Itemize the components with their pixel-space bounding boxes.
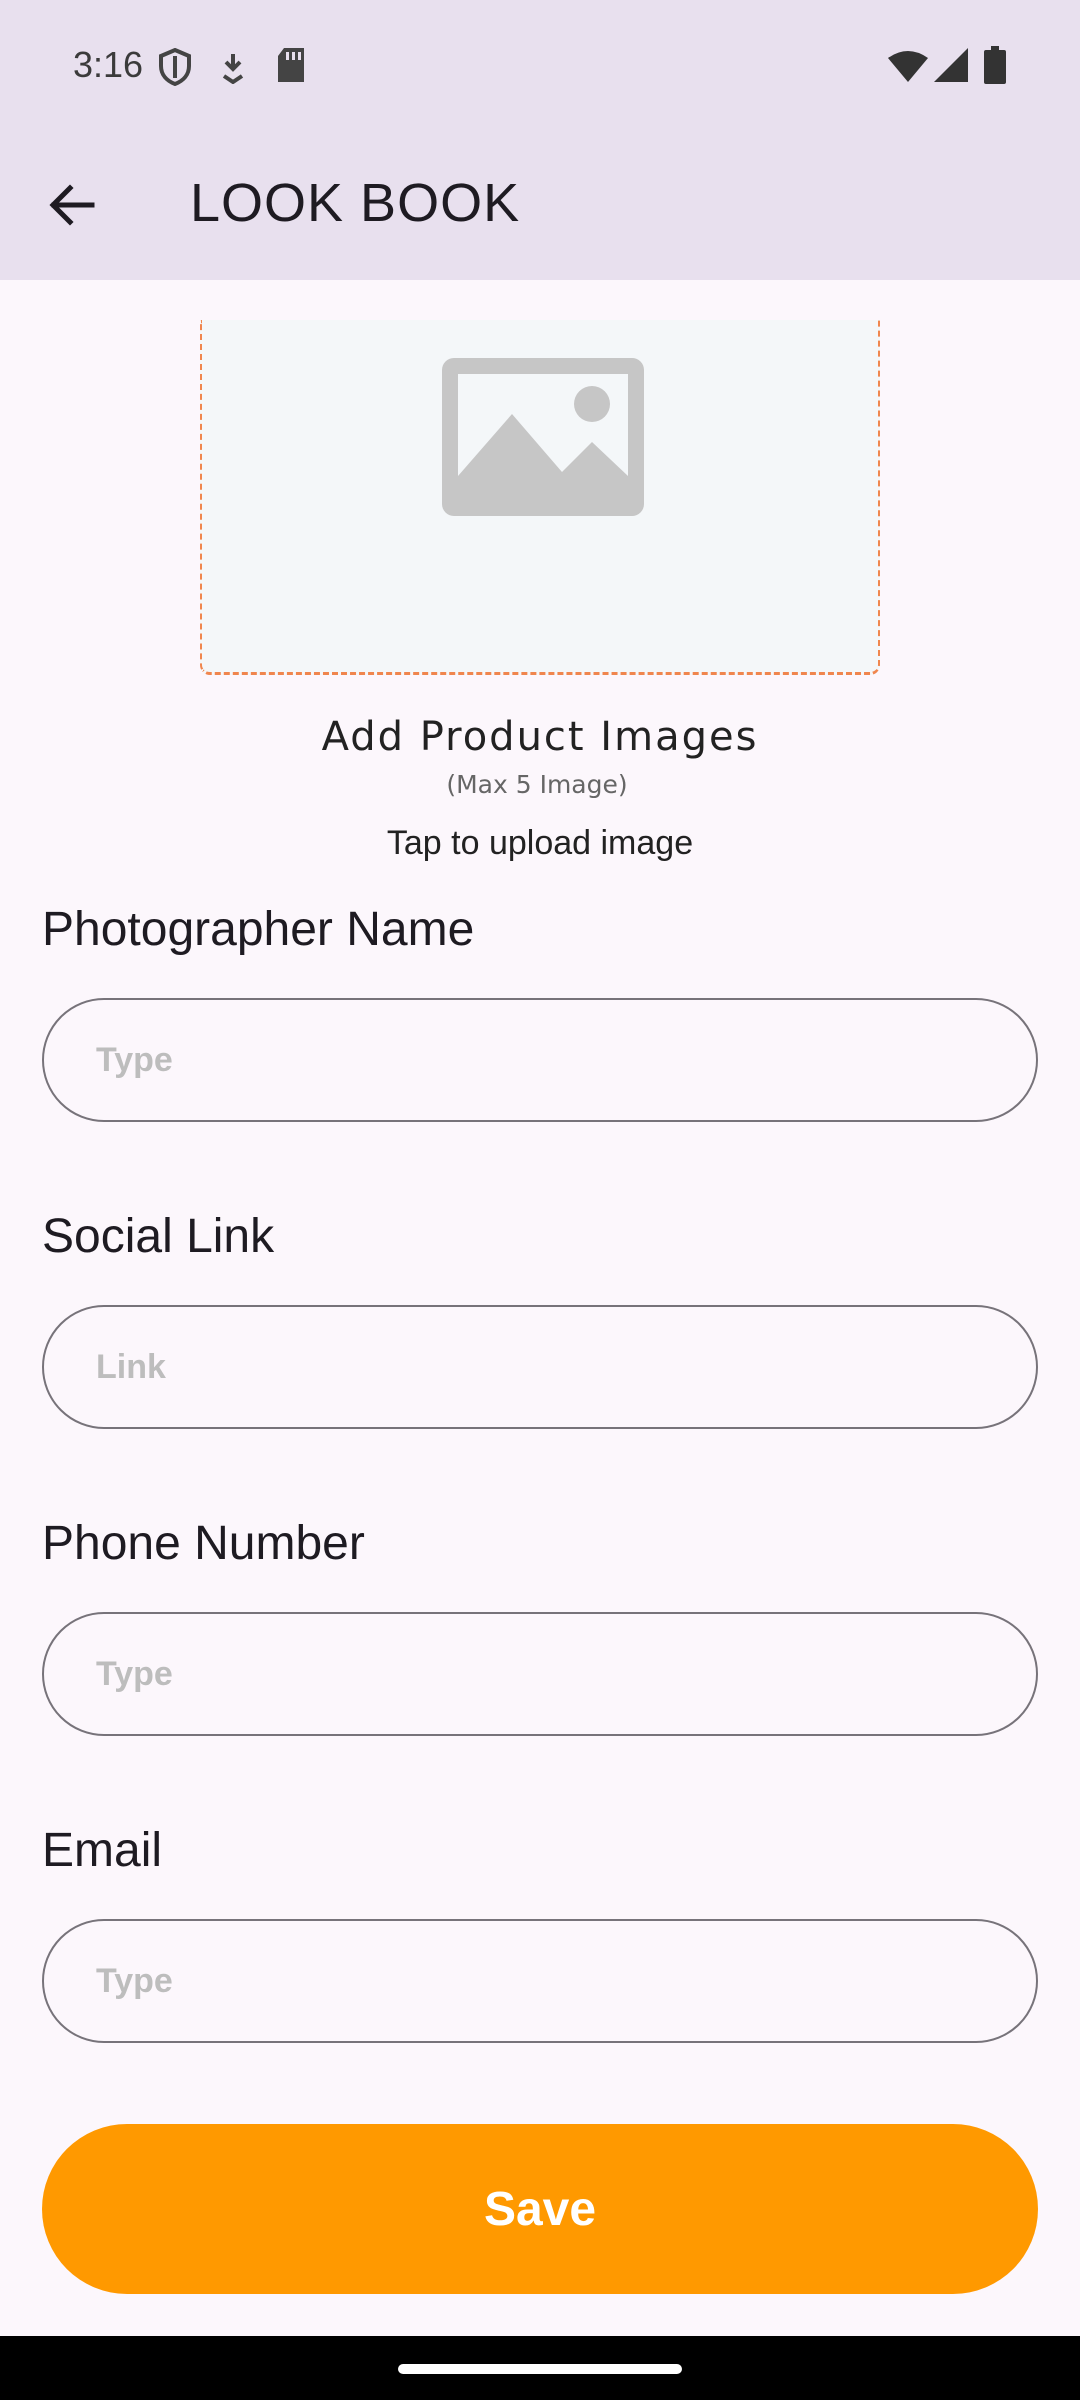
battery-icon bbox=[984, 46, 1006, 89]
save-button[interactable]: Save bbox=[42, 2124, 1038, 2294]
upload-subtitle: (Max 5 Image) bbox=[446, 770, 628, 799]
email-input[interactable] bbox=[42, 1919, 1038, 2043]
phone-number-input[interactable] bbox=[42, 1612, 1038, 1736]
phone-number-label: Phone Number bbox=[42, 1517, 365, 1570]
look-book-screen: 3:16 LOOK BOOK Add Product Images (Max 5… bbox=[0, 0, 1080, 2400]
photographer-name-input[interactable] bbox=[42, 998, 1038, 1122]
download-icon bbox=[220, 52, 246, 89]
upload-hint: Tap to upload image bbox=[386, 824, 694, 862]
status-bar: 3:16 bbox=[0, 0, 1080, 132]
app-bar: LOOK BOOK bbox=[0, 132, 1080, 280]
wifi-icon bbox=[888, 50, 928, 87]
sd-card-icon bbox=[276, 48, 306, 87]
social-link-label: Social Link bbox=[42, 1210, 275, 1263]
signal-icon bbox=[934, 48, 968, 87]
navigation-bar bbox=[0, 2336, 1080, 2400]
social-link-input[interactable] bbox=[42, 1305, 1038, 1429]
back-button[interactable] bbox=[40, 170, 110, 240]
image-upload-area[interactable] bbox=[200, 320, 880, 675]
status-time: 3:16 bbox=[73, 44, 144, 85]
page-title: LOOK BOOK bbox=[190, 173, 521, 233]
arrow-back-icon bbox=[40, 184, 110, 244]
email-label: Email bbox=[42, 1824, 163, 1877]
upload-title: Add Product Images bbox=[321, 714, 759, 760]
image-placeholder-icon bbox=[442, 358, 644, 521]
photographer-name-label: Photographer Name bbox=[42, 903, 475, 956]
shield-icon bbox=[158, 47, 192, 91]
home-gesture-handle[interactable] bbox=[398, 2364, 682, 2374]
